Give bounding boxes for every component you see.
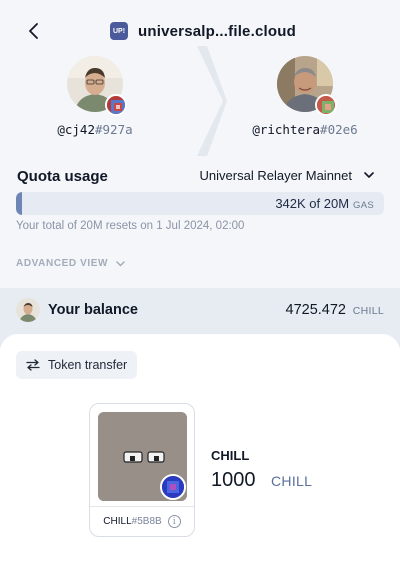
receiver-hash: #02e6: [320, 122, 358, 137]
swap-arrows-icon: [26, 359, 40, 371]
balance-unit: CHILL: [352, 305, 384, 317]
receiver-profile[interactable]: @richtera#02e6: [245, 56, 365, 137]
receiver-name: @richtera: [252, 122, 321, 137]
network-label: Universal Relayer Mainnet: [199, 168, 352, 183]
token-transfer-label: Token transfer: [48, 358, 128, 372]
quota-usage-text: 342K of 20M GAS: [275, 196, 374, 211]
sender-handle: @cj42#927a: [35, 122, 155, 137]
receiver-identicon: [315, 94, 337, 116]
token-name: CHILL: [211, 448, 250, 463]
advanced-view-toggle[interactable]: ADVANCED VIEW: [16, 258, 125, 269]
quota-reset-note: Your total of 20M resets on 1 Jul 2024, …: [16, 220, 245, 232]
sender-hash: #927a: [95, 122, 133, 137]
token-card-hash: #5B8B: [131, 516, 162, 527]
token-unit: CHILL: [271, 473, 313, 489]
chevron-down-icon: [364, 172, 374, 178]
token-card[interactable]: CHILL#5B8B i: [89, 403, 195, 537]
receiver-avatar: [277, 56, 337, 116]
transfer-direction-icon: [197, 46, 227, 156]
token-card-footer: CHILL#5B8B i: [90, 506, 194, 536]
quota-progress-bar: 342K of 20M GAS: [16, 192, 384, 215]
token-amount: 1000: [211, 469, 256, 491]
sender-name: @cj42: [57, 122, 95, 137]
advanced-view-label: ADVANCED VIEW: [16, 258, 109, 269]
balance-label: Your balance: [48, 302, 138, 318]
token-card-name: CHILL: [103, 516, 132, 527]
token-card-id: CHILL#5B8B: [103, 516, 161, 527]
network-select[interactable]: Universal Relayer Mainnet: [200, 168, 374, 183]
app-title-group: UP! universalp...file.cloud: [110, 22, 296, 40]
sender-identicon: [105, 94, 127, 116]
balance-amount: 4725.472: [285, 302, 346, 318]
sender-profile[interactable]: @cj42#927a: [35, 56, 155, 137]
quota-progress-fill: [16, 192, 23, 215]
sender-avatar: [67, 56, 127, 116]
app-header: UP! universalp...file.cloud: [0, 14, 400, 50]
info-icon[interactable]: i: [167, 515, 181, 528]
quota-title: Quota usage: [17, 168, 108, 185]
quota-usage-unit: GAS: [353, 200, 374, 211]
token-transfer-chip[interactable]: Token transfer: [16, 351, 138, 379]
token-badge-icon: [160, 474, 186, 500]
app-logo: UP!: [110, 22, 128, 40]
chevron-left-icon: [29, 23, 38, 39]
balance-avatar: [16, 298, 40, 322]
app-title: universalp...file.cloud: [138, 22, 296, 40]
receiver-handle: @richtera#02e6: [245, 122, 365, 137]
back-button[interactable]: [20, 18, 46, 44]
quota-usage-value: 342K of 20M: [275, 196, 350, 211]
chevron-down-icon: [116, 260, 125, 266]
